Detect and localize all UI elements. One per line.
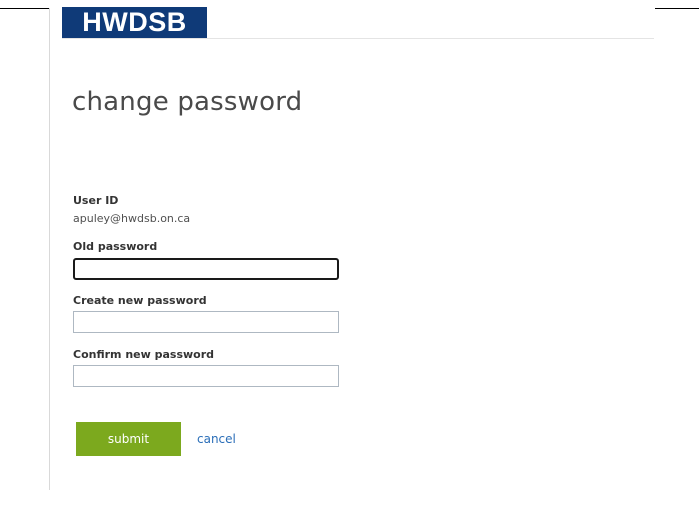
header-divider [62, 38, 654, 39]
user-id-label: User ID [73, 194, 119, 207]
confirm-password-field[interactable] [73, 365, 339, 387]
cancel-link[interactable]: cancel [197, 432, 236, 446]
hwdsb-logo: HWDSB [62, 7, 207, 38]
page-title: change password [72, 87, 303, 117]
new-password-label: Create new password [73, 294, 207, 307]
top-border-left [0, 8, 50, 9]
page-left-divider [49, 8, 50, 490]
user-id-value: apuley@hwdsb.on.ca [73, 212, 191, 225]
top-border-right [655, 8, 699, 9]
confirm-password-label: Confirm new password [73, 348, 215, 361]
old-password-label: Old password [73, 240, 158, 253]
new-password-field[interactable] [73, 311, 339, 333]
submit-button[interactable]: submit [76, 422, 181, 456]
old-password-field[interactable] [73, 258, 339, 280]
